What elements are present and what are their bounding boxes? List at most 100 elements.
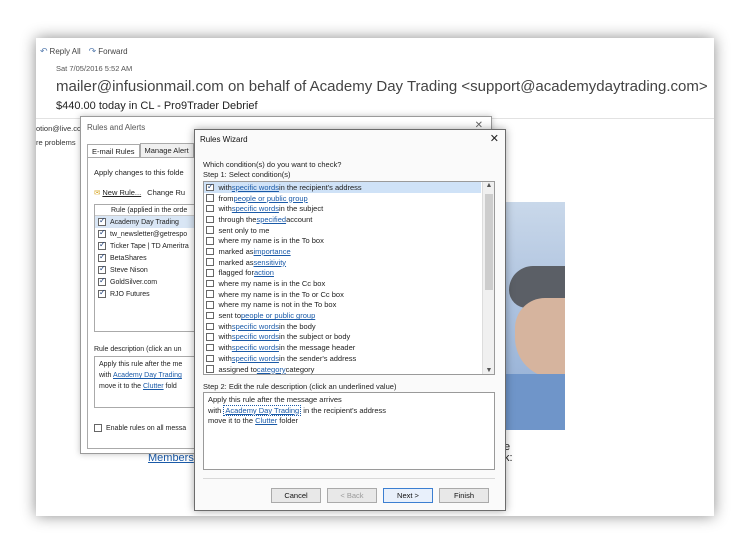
condition-row[interactable]: through the specified account [204,214,481,225]
scroll-up-icon[interactable]: ▲ [483,182,494,189]
condition-checkbox[interactable] [206,343,214,352]
reply-all-icon: ↶ [40,46,48,56]
condition-text-suffix: in the recipient's address [278,182,362,192]
rules-toolbar: ✉ New Rule... Change Ru [94,188,185,197]
condition-value-link[interactable]: specific words [232,332,279,341]
condition-text: with [218,321,232,331]
rule-checkbox[interactable] [98,228,106,238]
condition-value-link[interactable]: specific words [232,183,279,192]
email-photo [501,202,565,430]
condition-text: through the [218,214,257,224]
condition-text: sent only to me [218,225,270,235]
screenshot-frame: ↶ Reply All ↷ Forward Sat 7/05/2016 5:52 A… [36,38,714,516]
condition-checkbox[interactable] [206,290,214,298]
rule-desc-words-link[interactable]: Academy Day Trading [113,372,182,379]
condition-checkbox[interactable] [206,194,214,202]
condition-row[interactable]: with specific words in the sender's addr… [204,353,481,364]
condition-row[interactable]: with specific words in the subject or bo… [204,332,481,343]
change-rule-button[interactable]: Change Ru [147,188,185,197]
condition-row[interactable]: where my name is in the To or Cc box [204,289,481,300]
rule-checkbox[interactable] [98,240,106,250]
condition-text-suffix: in the message header [278,343,356,353]
condition-checkbox[interactable] [206,182,214,192]
wizard-buttons: Cancel < Back Next > Finish [271,488,489,503]
condition-row[interactable]: where my name is in the To box [204,235,481,246]
close-icon[interactable]: ✕ [490,132,499,145]
condition-value-link[interactable]: specific words [232,354,279,363]
condition-checkbox[interactable] [206,311,214,320]
rule-checkbox[interactable] [98,216,106,226]
scroll-down-icon[interactable]: ▼ [483,367,494,374]
back-button[interactable]: < Back [327,488,377,503]
condition-row[interactable]: from people or public group [204,193,481,204]
condition-text: assigned to [218,364,257,374]
condition-value-link[interactable]: specified [256,215,286,224]
condition-row[interactable]: where my name is not in the To box [204,300,481,311]
condition-checkbox[interactable] [206,301,214,309]
rule-label: BetaShares [110,254,147,262]
condition-checkbox[interactable] [206,226,214,234]
condition-value-link[interactable]: action [254,268,274,277]
condition-row[interactable]: with specific words in the message heade… [204,342,481,353]
tab-manage-alerts[interactable]: Manage Alert [139,143,194,157]
condition-text: where my name is in the To or Cc box [218,289,344,299]
condition-row[interactable]: with specific words in the body [204,321,481,332]
conditions-list: with specific words in the recipient's a… [203,181,495,375]
rule-checkbox[interactable] [98,276,106,286]
condition-row[interactable]: marked as importance [204,246,481,257]
next-button[interactable]: Next > [383,488,433,503]
condition-checkbox[interactable] [206,247,214,256]
condition-value-link[interactable]: people or public group [241,311,315,320]
rule-checkbox[interactable] [98,252,106,262]
condition-text: where my name is in the To box [218,236,324,246]
scrollbar-thumb[interactable] [485,194,493,290]
condition-text: flagged for [218,268,254,278]
rule-label: Steve Nison [110,266,148,274]
condition-text-suffix: in the body [278,321,316,331]
forward-button[interactable]: ↷ Forward [89,46,128,57]
condition-checkbox[interactable] [206,279,214,288]
new-rule-button[interactable]: ✉ New Rule... [94,188,141,197]
condition-checkbox[interactable] [206,215,214,224]
words-value-link[interactable]: Academy Day Trading [223,404,302,416]
rule-checkbox[interactable] [98,264,106,274]
finish-button[interactable]: Finish [439,488,489,503]
enable-rules-checkbox-box[interactable] [94,424,102,432]
condition-checkbox[interactable] [206,258,214,266]
condition-row[interactable]: with specific words in the subject [204,203,481,214]
condition-checkbox[interactable] [206,365,214,373]
condition-row[interactable]: assigned to category category [204,364,481,374]
condition-value-link[interactable]: specific words [232,322,279,331]
button-divider [203,478,495,479]
condition-row[interactable]: marked as sensitivity [204,257,481,268]
condition-checkbox[interactable] [206,333,214,341]
folder-value-link[interactable]: Clutter [255,416,277,425]
condition-row[interactable]: where my name is in the Cc box [204,278,481,289]
cancel-button[interactable]: Cancel [271,488,321,503]
condition-checkbox[interactable] [206,322,214,331]
condition-text: with [218,343,232,353]
condition-checkbox[interactable] [206,204,214,213]
condition-value-link[interactable]: importance [254,247,291,256]
rule-checkbox[interactable] [98,288,106,298]
rule-desc-folder-link[interactable]: Clutter [143,383,164,390]
conditions-scrollbar[interactable]: ▲ ▼ [482,182,494,374]
condition-row[interactable]: flagged for action [204,268,481,279]
condition-row[interactable]: with specific words in the recipient's a… [204,182,481,193]
condition-value-link[interactable]: category [257,365,286,374]
condition-text: marked as [218,246,254,256]
condition-row[interactable]: sent to people or public group [204,310,481,321]
tab-email-rules[interactable]: E-mail Rules [87,144,140,158]
condition-value-link[interactable]: specific words [232,204,279,213]
condition-checkbox[interactable] [206,269,214,277]
rules-alerts-title: Rules and Alerts [87,123,146,132]
condition-value-link[interactable]: sensitivity [254,258,287,267]
reply-all-button[interactable]: ↶ Reply All [40,46,81,57]
condition-value-link[interactable]: people or public group [234,194,308,203]
condition-checkbox[interactable] [206,237,214,245]
condition-row[interactable]: sent only to me [204,225,481,236]
condition-checkbox[interactable] [206,354,214,363]
rules-alerts-tabs: E-mail Rules Manage Alert [87,143,194,158]
condition-value-link[interactable]: specific words [232,343,279,352]
enable-rules-all-checkbox[interactable]: Enable rules on all messa [94,424,186,432]
